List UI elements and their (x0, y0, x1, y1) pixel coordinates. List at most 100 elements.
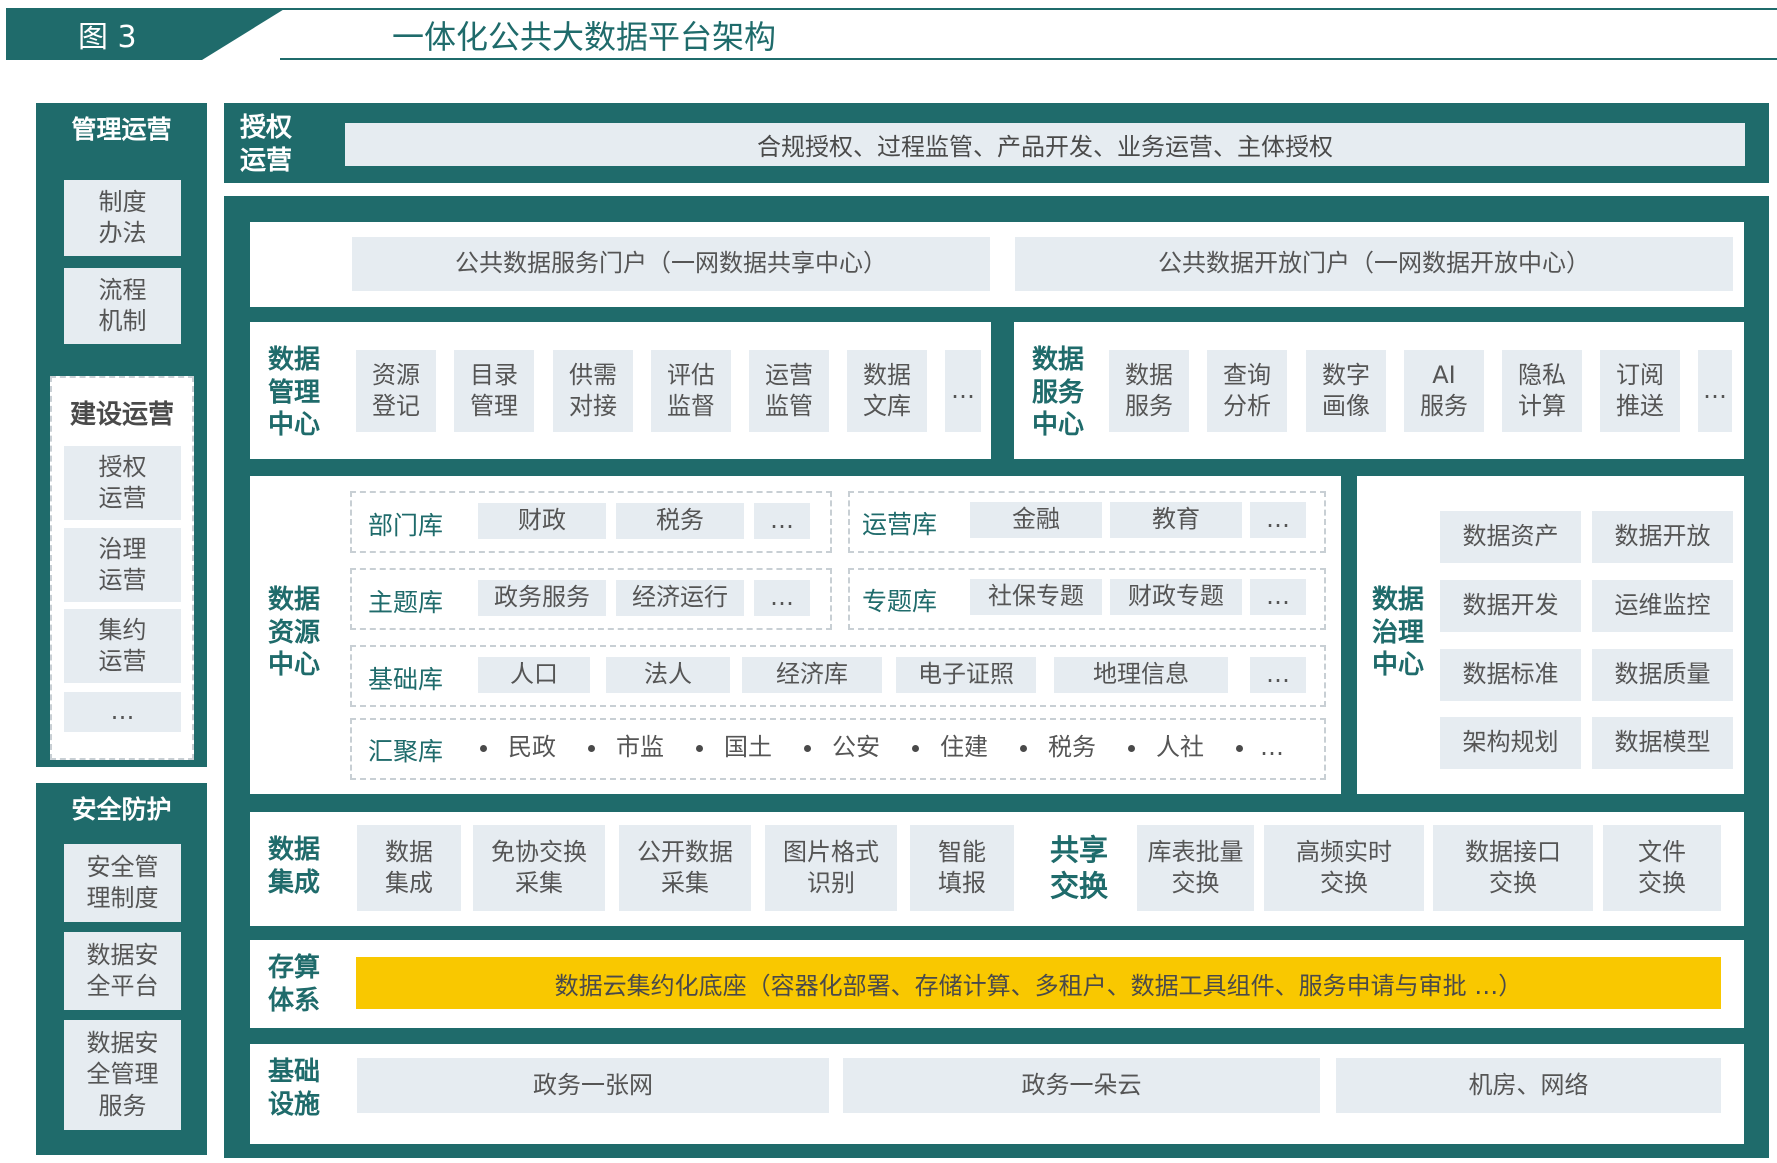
ops-lib-more: … (1250, 502, 1306, 538)
bullet-dot (1236, 745, 1243, 752)
mgmt-item-catalog: 目录 管理 (454, 350, 534, 432)
topic-lib-item: 经济运行 (616, 580, 744, 616)
base-lib-more: … (1250, 657, 1306, 693)
service-item-more: … (1698, 350, 1732, 432)
dept-lib-item: 财政 (478, 503, 606, 539)
data-resource-label: 数据 资源 中心 (268, 585, 321, 680)
base-lib-item: 电子证照 (896, 657, 1036, 693)
dept-lib-item: 税务 (616, 503, 744, 539)
service-item-data: 数据 服务 (1109, 350, 1189, 432)
security-item-rules: 安全管 理制度 (64, 844, 181, 922)
mgmt-ops-title: 管理运营 (71, 115, 172, 144)
service-item-profile: 数字 画像 (1306, 350, 1386, 432)
mgmt-item-supervise: 运营 监管 (749, 350, 829, 432)
mgmt-item-process: 流程 机制 (64, 268, 181, 344)
base-lib-name: 基础库 (368, 665, 444, 694)
build-ops-title: 建设运营 (69, 399, 174, 430)
infra-item: 机房、网络 (1336, 1058, 1721, 1113)
topic-lib-name: 主题库 (368, 588, 444, 617)
special-lib-item: 社保专题 (970, 579, 1102, 615)
security-title: 安全防护 (71, 795, 172, 824)
agg-lib-item: 住建 (940, 733, 988, 761)
agg-lib-item: 市监 (616, 733, 664, 761)
bullet-dot (588, 745, 595, 752)
service-item-privacy: 隐私 计算 (1502, 350, 1582, 432)
base-lib-item: 法人 (606, 657, 730, 693)
dept-lib-name: 部门库 (368, 511, 444, 540)
integration-item: 智能 填报 (910, 825, 1014, 911)
share-item: 库表批量 交换 (1137, 825, 1254, 911)
build-item-auth: 授权 运营 (64, 446, 181, 520)
data-gov-label: 数据 治理 中心 (1372, 585, 1425, 680)
infra-item: 政务一张网 (357, 1058, 829, 1113)
mgmt-item-register: 资源 登记 (356, 350, 436, 432)
build-item-intensive: 集约 运营 (64, 609, 181, 683)
ops-lib-item: 金融 (970, 502, 1102, 538)
special-lib-item: 财政专题 (1110, 579, 1242, 615)
topic-lib-item: 政务服务 (478, 580, 606, 616)
gov-item: 运维监控 (1592, 580, 1733, 632)
ops-lib-name: 运营库 (862, 510, 938, 539)
base-lib-item: 人口 (478, 657, 590, 693)
share-exchange-label: 共享 交换 (1050, 833, 1109, 904)
compute-base-bar: 数据云集约化底座（容器化部署、存储计算、多租户、数据工具组件、服务申请与审批 …… (356, 957, 1721, 1009)
gov-item: 数据开放 (1592, 511, 1733, 563)
special-lib-name: 专题库 (862, 587, 938, 616)
integration-label: 数据 集成 (268, 835, 321, 898)
agg-lib-more: … (1260, 733, 1284, 761)
agg-lib-name: 汇聚库 (368, 737, 444, 766)
gov-item: 架构规划 (1440, 717, 1581, 769)
bullet-dot (480, 745, 487, 752)
agg-lib-item: 国土 (724, 733, 772, 761)
ops-lib-item: 教育 (1110, 502, 1242, 538)
bullet-dot (804, 745, 811, 752)
portal-open: 公共数据开放门户（一网数据开放中心） (1015, 237, 1733, 291)
mgmt-item-supply: 供需 对接 (553, 350, 633, 432)
gov-item: 数据质量 (1592, 649, 1733, 701)
figure-tab (6, 8, 286, 60)
agg-lib-item: 民政 (508, 733, 556, 761)
mgmt-item-library: 数据 文库 (847, 350, 927, 432)
compute-label: 存算 体系 (268, 953, 321, 1016)
dept-lib-more: … (754, 503, 810, 539)
base-lib-item: 地理信息 (1054, 657, 1228, 693)
integration-item: 图片格式 识别 (765, 825, 897, 911)
service-item-subscribe: 订阅 推送 (1600, 350, 1680, 432)
portal-share: 公共数据服务门户（一网数据共享中心） (352, 237, 990, 291)
mgmt-item-evaluate: 评估 监督 (651, 350, 731, 432)
share-item: 文件 交换 (1603, 825, 1721, 911)
bullet-dot (912, 745, 919, 752)
gov-item: 数据标准 (1440, 649, 1581, 701)
integration-item: 数据 集成 (357, 825, 461, 911)
security-item-service: 数据安 全管理 服务 (64, 1020, 181, 1130)
figure-number: 图 3 (78, 20, 137, 55)
gov-item: 数据开发 (1440, 580, 1581, 632)
agg-lib-item: 税务 (1048, 733, 1096, 761)
gov-item: 数据模型 (1592, 717, 1733, 769)
infra-item: 政务一朵云 (843, 1058, 1320, 1113)
integration-item: 公开数据 采集 (619, 825, 751, 911)
mgmt-item-rules: 制度 办法 (64, 180, 181, 256)
service-item-ai: AI 服务 (1404, 350, 1484, 432)
auth-ops-content: 合规授权、过程监管、产品开发、业务运营、主体授权 (345, 123, 1745, 166)
page-title: 一体化公共大数据平台架构 (392, 18, 777, 56)
build-item-gov: 治理 运营 (64, 528, 181, 602)
bullet-dot (1020, 745, 1027, 752)
data-mgmt-label: 数据 管理 中心 (268, 345, 321, 440)
build-item-more: … (64, 692, 181, 732)
data-service-label: 数据 服务 中心 (1032, 345, 1085, 440)
service-item-query: 查询 分析 (1207, 350, 1287, 432)
bullet-dot (1128, 745, 1135, 752)
mgmt-item-more: … (945, 350, 981, 432)
gov-item: 数据资产 (1440, 511, 1581, 563)
integration-item: 免协交换 采集 (473, 825, 605, 911)
auth-ops-label: 授权 运营 (240, 113, 293, 176)
agg-lib-item: 公安 (832, 733, 880, 761)
topic-lib-more: … (754, 580, 810, 616)
share-item: 数据接口 交换 (1433, 825, 1593, 911)
infra-label: 基础 设施 (268, 1057, 321, 1120)
special-lib-more: … (1250, 579, 1306, 615)
agg-lib-item: 人社 (1156, 733, 1204, 761)
base-lib-item: 经济库 (742, 657, 882, 693)
bullet-dot (696, 745, 703, 752)
